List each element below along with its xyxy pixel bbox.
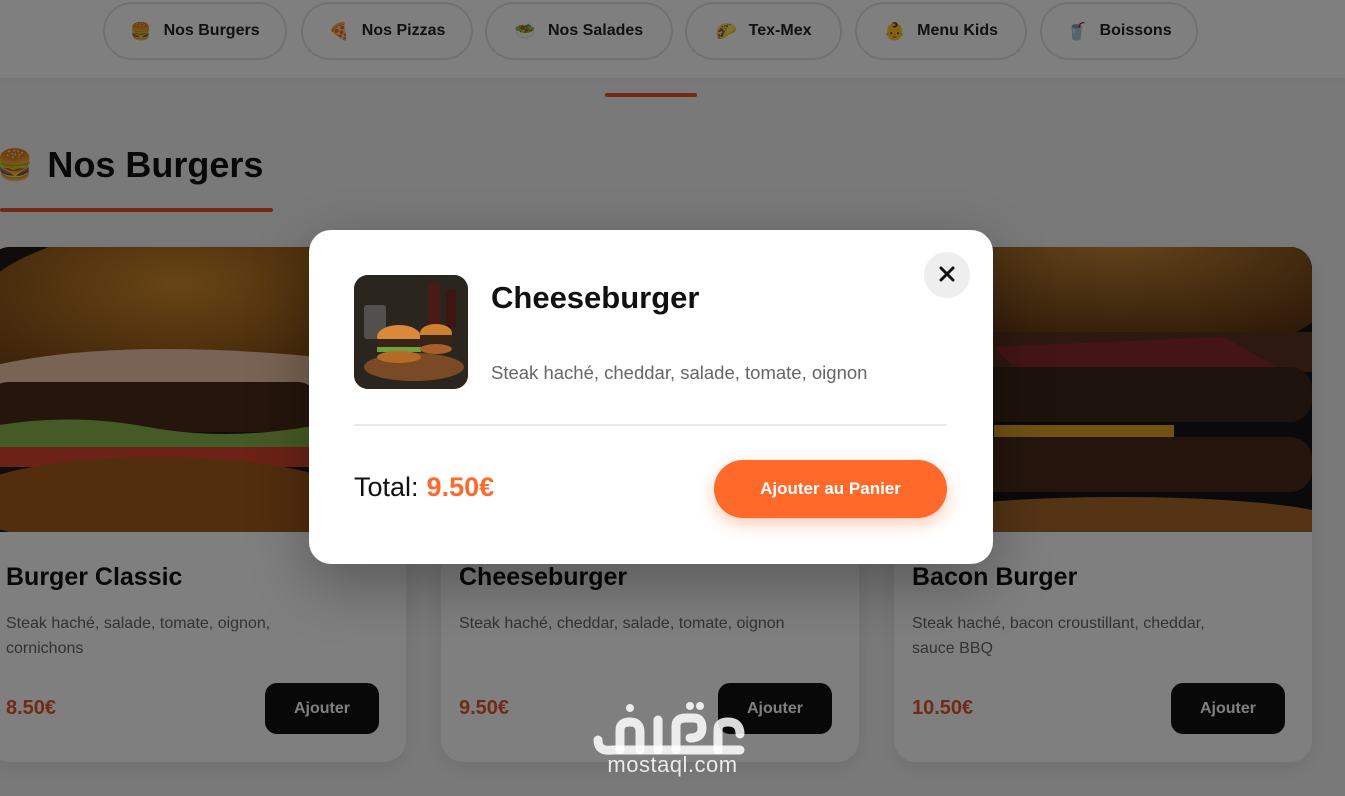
modal-description: Steak haché, cheddar, salade, tomate, oi…	[491, 362, 868, 383]
modal-divider	[354, 424, 947, 426]
watermark-logo	[590, 700, 755, 756]
close-button[interactable]	[924, 252, 970, 298]
watermark-text: mostaql.com	[607, 752, 738, 777]
total-value: 9.50€	[426, 472, 495, 502]
total-label: Total:	[354, 472, 419, 502]
close-icon	[939, 266, 955, 285]
modal-product-image	[354, 275, 468, 389]
modal-total: Total: 9.50€	[354, 472, 494, 503]
modal-title: Cheeseburger	[491, 280, 700, 315]
add-to-cart-button[interactable]: Ajouter au Panier	[714, 460, 947, 518]
product-modal: Cheeseburger Steak haché, cheddar, salad…	[309, 230, 993, 564]
